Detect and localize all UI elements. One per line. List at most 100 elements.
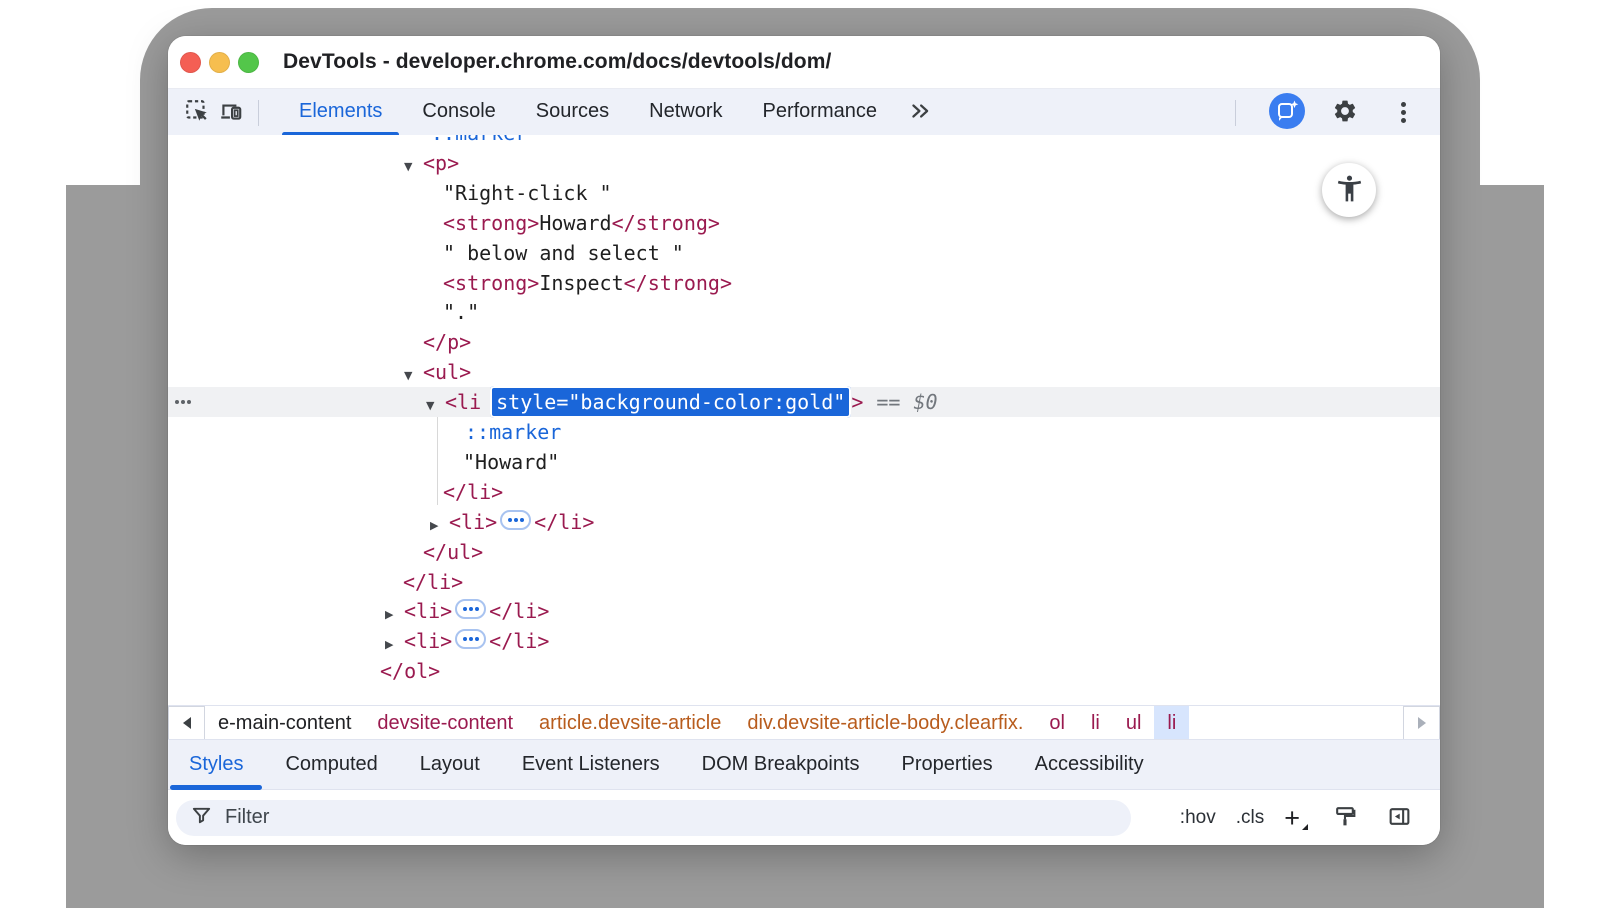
breadcrumb-item-li[interactable]: li <box>1154 706 1189 740</box>
dom-tree-row[interactable]: <strong>Howard</strong> <box>168 208 1440 238</box>
breadcrumb-item-div-devsite-article-body-clearfix[interactable]: div.devsite-article-body.clearfix. <box>734 706 1036 740</box>
dom-tree-row[interactable]: </li> <box>168 477 1440 507</box>
sidebar-tab-strip: StylesComputedLayoutEvent ListenersDOM B… <box>168 739 1440 790</box>
filter-bar-controls: :hov .cls + <box>1180 801 1440 835</box>
inspect-element-button[interactable] <box>180 96 214 130</box>
toggle-sidebar-button[interactable] <box>1382 801 1416 835</box>
minimize-window-button[interactable] <box>209 52 230 73</box>
dom-tree-row[interactable]: </p> <box>168 327 1440 357</box>
breadcrumb-scroll-right-button[interactable] <box>1403 706 1440 740</box>
dom-tag-token: </li> <box>403 570 463 594</box>
customize-devtools-button[interactable] <box>1386 96 1420 130</box>
dom-tree-row[interactable]: "Howard" <box>168 447 1440 477</box>
pseudo-element-token: ::marker <box>431 135 527 145</box>
devtools-window: DevTools - developer.chrome.com/docs/dev… <box>168 36 1440 845</box>
element-classes-button[interactable]: .cls <box>1236 807 1265 829</box>
breadcrumb-item-article-devsite-article[interactable]: article.devsite-article <box>526 706 734 740</box>
collapsed-content-icon <box>455 599 486 619</box>
inspect-element-icon <box>184 98 210 127</box>
toolbar-right-group <box>1225 96 1440 130</box>
breadcrumb-bar: e-main-contentdevsite-contentarticle.dev… <box>168 705 1440 739</box>
devtools-toolbar: ElementsConsoleSourcesNetworkPerformance <box>168 89 1440 137</box>
dom-text-token: Howard <box>539 211 611 235</box>
dom-tag-token: </li> <box>534 510 594 534</box>
rendering-emulation-button[interactable] <box>1328 801 1362 835</box>
tab-sources[interactable]: Sources <box>516 89 629 136</box>
tab-event-listeners[interactable]: Event Listeners <box>501 740 681 789</box>
filter-text-field[interactable] <box>223 805 1131 830</box>
chevron-left-icon <box>183 717 191 729</box>
dom-tree-row[interactable]: "Right-click " <box>168 178 1440 208</box>
breadcrumb-item-ol[interactable]: ol <box>1036 706 1078 740</box>
filter-input[interactable] <box>176 800 1131 836</box>
selected-attribute-token: style="background-color:gold" <box>490 386 851 418</box>
settings-gear-icon <box>1332 98 1358 127</box>
breadcrumb-item-ul[interactable]: ul <box>1113 706 1155 740</box>
dom-tree-row[interactable]: ▶<li></li> <box>168 596 1440 626</box>
new-style-rule-button[interactable]: + <box>1284 808 1308 828</box>
dom-text-token: Inspect <box>539 271 623 295</box>
dom-tag-token: <li> <box>449 510 497 534</box>
dom-tag-token: </ol> <box>380 659 440 683</box>
close-window-button[interactable] <box>180 52 201 73</box>
breadcrumb-scroll-left-button[interactable] <box>168 706 205 740</box>
window-titlebar: DevTools - developer.chrome.com/docs/dev… <box>168 36 1440 89</box>
dom-tag-token: </strong> <box>624 271 732 295</box>
dom-tree-row[interactable]: </ol> <box>168 656 1440 686</box>
settings-button[interactable] <box>1328 96 1362 130</box>
tab-performance[interactable]: Performance <box>743 89 898 136</box>
dom-tree-panel: ::marker▼<p>"Right-click "<strong>Howard… <box>168 135 1440 705</box>
dom-tree-row-selected[interactable]: ▼<listyle="background-color:gold">==$0 <box>168 387 1440 417</box>
dom-text-token: "." <box>443 300 479 324</box>
dom-tag-token: <strong> <box>443 211 539 235</box>
dom-tree-row[interactable]: "." <box>168 297 1440 327</box>
dom-tree-row[interactable]: </ul> <box>168 537 1440 567</box>
tab-layout[interactable]: Layout <box>399 740 501 789</box>
zoom-window-button[interactable] <box>238 52 259 73</box>
dom-tree-row[interactable]: ::marker <box>168 135 1440 148</box>
toggle-device-toolbar-button[interactable] <box>214 96 248 130</box>
dom-tree-row[interactable]: ::marker <box>168 417 1440 447</box>
ai-assistance-icon <box>1269 93 1305 132</box>
dom-text-token: "Right-click " <box>443 181 612 205</box>
dom-tree-row[interactable]: ▶<li></li> <box>168 507 1440 537</box>
dom-tag-token: <ul> <box>423 360 471 384</box>
ai-assistance-button[interactable] <box>1270 96 1304 130</box>
tab-properties[interactable]: Properties <box>881 740 1014 789</box>
devtools-docs-illustration: DevTools - developer.chrome.com/docs/dev… <box>0 0 1600 908</box>
tab-elements[interactable]: Elements <box>279 89 402 136</box>
breadcrumb-item-devsite-content[interactable]: devsite-content <box>364 706 526 740</box>
collapsed-content-icon <box>455 629 486 649</box>
dom-tag-token: <li <box>445 390 481 414</box>
chevron-right-icon <box>1418 717 1426 729</box>
dom-tree-row[interactable]: ▼<p> <box>168 148 1440 178</box>
console-reference-token: $0 <box>913 390 937 414</box>
dom-tag-token: <p> <box>423 151 459 175</box>
page-accessibility-button[interactable] <box>1322 163 1376 217</box>
dom-tree-row[interactable]: <strong>Inspect</strong> <box>168 268 1440 298</box>
paint-roller-icon <box>1333 804 1358 832</box>
tab-styles[interactable]: Styles <box>168 740 264 789</box>
dom-tree-row[interactable]: ▼<ul> <box>168 357 1440 387</box>
dom-tree-row[interactable]: </li> <box>168 567 1440 597</box>
dom-tag-token: <strong> <box>443 271 539 295</box>
toggle-element-state-button[interactable]: :hov <box>1180 807 1216 829</box>
tab-dom-breakpoints[interactable]: DOM Breakpoints <box>681 740 881 789</box>
tab-computed[interactable]: Computed <box>264 740 398 789</box>
tab-console[interactable]: Console <box>402 89 515 136</box>
dom-tag-token: </li> <box>489 629 549 653</box>
toggle-device-toolbar-icon <box>218 98 244 127</box>
tab-network[interactable]: Network <box>629 89 742 136</box>
dom-tag-token: </ul> <box>423 540 483 564</box>
styles-filter-bar: :hov .cls + <box>168 790 1440 845</box>
more-tabs-button[interactable] <box>903 96 937 130</box>
breadcrumb-item-e-main-content[interactable]: e-main-content <box>205 706 364 740</box>
collapsed-content-icon <box>500 510 531 530</box>
funnel-icon <box>190 804 213 832</box>
breadcrumb-item-li[interactable]: li <box>1078 706 1113 740</box>
dom-text-token: "Howard" <box>463 450 559 474</box>
dom-tree-row[interactable]: " below and select " <box>168 238 1440 268</box>
dom-tag-token: </li> <box>489 599 549 623</box>
dom-tree-row[interactable]: ▶<li></li> <box>168 626 1440 656</box>
tab-accessibility[interactable]: Accessibility <box>1014 740 1165 789</box>
